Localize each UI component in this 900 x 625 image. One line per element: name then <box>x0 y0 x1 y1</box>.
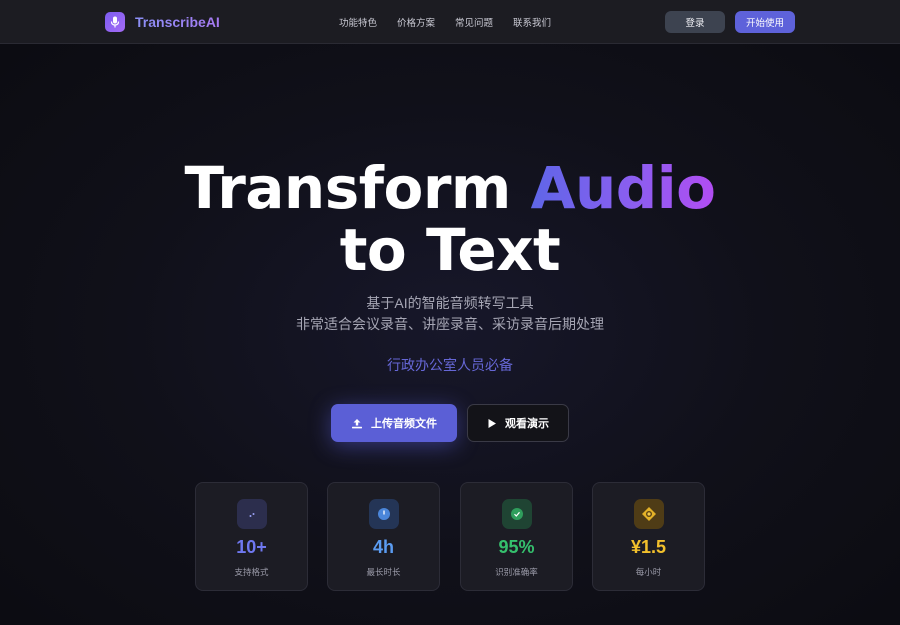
coin-icon <box>634 499 664 529</box>
upload-audio-label: 上传音频文件 <box>371 418 437 430</box>
nav-link-contact[interactable]: 联系我们 <box>513 15 551 29</box>
check-icon <box>502 499 532 529</box>
watch-demo-label: 观看演示 <box>505 418 549 430</box>
nav-link-faq[interactable]: 常见问题 <box>455 15 493 29</box>
stat-label: 支持格式 <box>234 567 269 577</box>
get-started-button[interactable]: 开始使用 <box>735 11 795 33</box>
formats-icon <box>237 499 267 529</box>
hero-title: Transform Audio to Text <box>0 157 900 281</box>
watch-demo-button[interactable]: 观看演示 <box>467 404 569 442</box>
stat-value: ¥1.5 <box>630 537 667 557</box>
play-icon <box>487 418 497 429</box>
nav-link-features[interactable]: 功能特色 <box>339 15 377 29</box>
stat-card-duration: 4h 最长时长 <box>327 482 440 591</box>
stat-value: 95% <box>498 537 535 557</box>
brand-name: TranscribeAI <box>135 14 220 30</box>
stat-card-price: ¥1.5 每小时 <box>592 482 705 591</box>
stat-label: 识别准确率 <box>495 567 538 577</box>
nav-links: 功能特色 价格方案 常见问题 联系我们 <box>339 15 571 29</box>
subtitle-line-1: 基于AI的智能音频转写工具 <box>366 295 534 311</box>
hero-subtitle: 基于AI的智能音频转写工具 非常适合会议录音、讲座录音、采访录音后期处理 <box>0 293 900 335</box>
hero-tagline: 行政办公室人员必备 <box>387 357 513 373</box>
upload-audio-button[interactable]: 上传音频文件 <box>331 404 457 442</box>
stat-label: 最长时长 <box>366 567 401 577</box>
clock-icon <box>369 499 399 529</box>
hero-title-line2: to Text <box>339 216 561 284</box>
nav-link-pricing[interactable]: 价格方案 <box>397 15 435 29</box>
brand[interactable]: TranscribeAI <box>105 12 220 32</box>
stat-card-accuracy: 95% 识别准确率 <box>460 482 573 591</box>
stat-card-formats: 10+ 支持格式 <box>195 482 308 591</box>
stat-label: 每小时 <box>635 567 662 577</box>
subtitle-line-2: 非常适合会议录音、讲座录音、采访录音后期处理 <box>296 316 604 332</box>
hero-title-highlight: Audio <box>530 154 716 222</box>
hero-title-part1: Transform <box>184 154 531 222</box>
microphone-icon <box>105 12 125 32</box>
stat-value: 10+ <box>236 537 267 557</box>
upload-icon <box>351 418 363 429</box>
stat-value: 4h <box>372 537 394 557</box>
navbar: TranscribeAI 功能特色 价格方案 常见问题 联系我们 登录 开始使用 <box>0 0 900 44</box>
login-button[interactable]: 登录 <box>665 11 725 33</box>
